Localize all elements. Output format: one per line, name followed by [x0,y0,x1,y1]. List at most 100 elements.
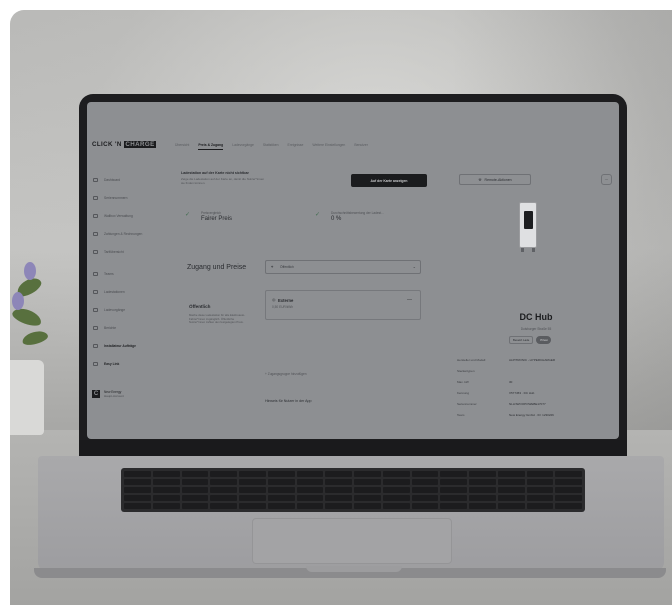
keyboard-key [181,503,209,509]
keyboard-key [267,471,295,477]
keyboard-key [210,503,237,509]
access-group-card[interactable]: ◎ Externe 0,50 EUR/kWh — [265,290,421,320]
show-on-map-button[interactable]: Auf der Karte anzeigen [351,174,427,187]
keyboard-key [210,495,237,501]
sidebar-item-serials[interactable]: Seriennummern [93,196,127,200]
sidebar-item-reports[interactable]: Berichte [93,326,116,330]
remote-actions-button[interactable]: ⚒ Remote-Aktionen [459,174,531,185]
sidebar-item-label: Installateur Aufträge [104,344,136,348]
check-icon: ✓ [315,212,321,218]
stat-rating: ✓ Durchschnittsbewertung der Ladest... 0 … [315,211,384,222]
account-type: Haupt-Account [104,394,124,398]
more-options-button[interactable]: ··· [601,174,612,185]
access-description: Öffentlich Mache diese Ladestation für a… [189,304,251,325]
keyboard-key [239,471,266,477]
keyboard-key [354,503,381,509]
sidebar-item-sessions[interactable]: Ladevorgänge [93,308,125,312]
tab-price-access[interactable]: Preis & Zugang [198,143,224,150]
serial-icon [93,196,98,200]
add-access-group-button[interactable]: + Zugangsgruppe hinzufügen [265,372,307,376]
detail-key: Steckertypen [457,369,475,373]
status-badge: Besetzt Lade [509,336,534,344]
tab-users[interactable]: Benutzer [354,143,368,150]
section-title: Zugang und Preise [187,264,247,271]
keyboard-key [497,503,525,509]
sidebar-item-tariffs[interactable]: Tarifübersicht [93,250,124,254]
keyboard-key [354,495,381,501]
account-logo-icon: C [92,390,100,398]
detail-key: Kennung [457,391,470,395]
keyboard-key [354,471,381,477]
flower [12,292,24,310]
detail-value: ALPITRONIC - HYPERCHARGER [509,358,556,362]
keyboard-key [210,471,237,477]
sidebar-item-installer-orders[interactable]: Installateur Aufträge [93,344,136,348]
keyboard-key [555,503,582,509]
report-icon [93,326,98,330]
sidebar-item-label: Ladestationen [104,290,125,294]
detail-value: New Energy GmbH · ID: 1230226 [509,413,554,417]
keyboard-key [296,495,324,501]
sidebar-item-label: Tarifübersicht [104,250,124,254]
select-value: Öffentlich [280,265,294,269]
tab-settings[interactable]: Weitere Einstellungen [312,143,345,150]
collapse-icon[interactable]: — [407,297,412,303]
tab-events[interactable]: Ereignisse [288,143,304,150]
keyboard-key [152,487,180,493]
wrench-icon [93,344,98,348]
detail-row: Seriennummer NLLNWOOPOWEBE17077 [457,402,615,406]
brand-logo[interactable]: CLICK 'N CHARGE [92,141,157,148]
keyboard-key [124,495,151,501]
charger-display [524,211,533,229]
vase [10,360,44,435]
sidebar-item-label: Teams [104,272,114,276]
sidebar-item-dashboard[interactable]: Dashboard [93,178,120,182]
keyboard-key [555,495,582,501]
stat-value: Fairer Preis [201,216,233,222]
wallbox-icon [93,214,98,218]
keyboard-key [124,479,151,485]
main-content: Ladestation auf der Karte nicht sichtbar… [179,164,441,439]
keyboard-key [411,495,439,501]
keyboard-key [411,487,439,493]
keyboard-key [440,487,467,493]
keyboard-key [181,471,209,477]
keyboard-key [152,479,180,485]
keyboard-key [152,503,180,509]
keyboard-key [124,487,151,493]
keyboard-key [124,471,151,477]
sidebar-item-wallbox[interactable]: Wallbox Verwaltung [93,214,133,218]
tab-statistics[interactable]: Statistiken [263,143,279,150]
tab-overview[interactable]: Übersicht [175,143,189,150]
account-switcher[interactable]: C New Energy Haupt-Account [92,390,124,398]
keyboard-key [354,479,381,485]
keyboard-key [152,471,180,477]
keyboard-key [181,495,209,501]
keyboard-key [325,471,352,477]
keyboard-key [267,479,295,485]
sidebar-item-stations[interactable]: Ladestationen [93,290,125,294]
payment-icon [93,232,98,236]
laptop-keyboard [121,468,585,512]
charging-app: CLICK 'N CHARGE Übersicht Preis & Zugang… [87,102,619,439]
keyboard-key [526,479,554,485]
keyboard-key [526,503,554,509]
check-icon: ✓ [185,212,191,218]
access-title: Öffentlich [189,304,211,309]
keyboard-key [469,487,496,493]
tab-sessions[interactable]: Ladevorgänge [232,143,254,150]
sidebar-item-easy-link[interactable]: Easy Link [93,362,119,366]
station-title: DC Hub [519,312,553,322]
sidebar-item-payments[interactable]: Zahlungen & Rechnungen [93,232,142,236]
keyboard-key [296,503,324,509]
keyboard-key [440,503,467,509]
keyboard-key [382,471,410,477]
app-hint-label: Hinweis für Nutzer in der App [265,399,312,403]
access-select[interactable]: ⌖ Öffentlich ⌄ [265,260,421,274]
sidebar-item-teams[interactable]: Teams [93,272,114,276]
plant-decoration [10,240,58,435]
detail-value: 30 [509,380,513,384]
keyboard-key [267,503,295,509]
charger-leg [521,248,524,252]
keyboard-key [555,479,582,485]
